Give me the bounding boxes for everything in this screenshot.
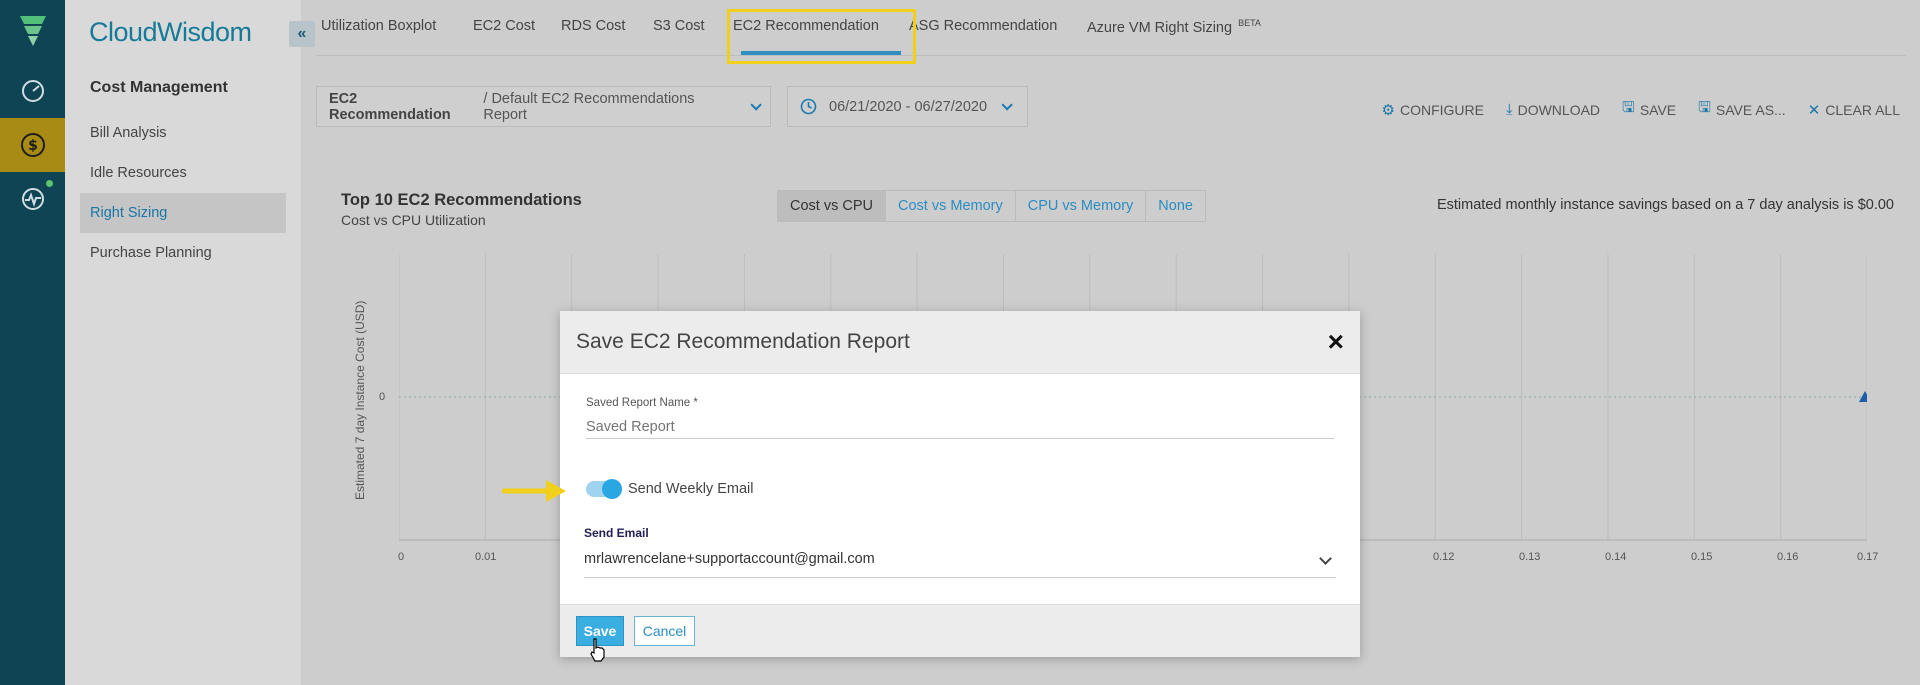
modal-cancel-button[interactable]: Cancel xyxy=(634,616,695,646)
report-name-input[interactable] xyxy=(586,415,1334,439)
sidebar-item-idle-resources[interactable]: Idle Resources xyxy=(80,153,286,193)
savings-summary: Estimated monthly instance savings based… xyxy=(1436,197,1894,213)
svg-text:$: $ xyxy=(28,138,38,154)
chart-title: Top 10 EC2 Recommendations xyxy=(341,191,582,209)
toggle-cost-vs-cpu[interactable]: Cost vs CPU xyxy=(778,191,886,221)
y-tick-0: 0 xyxy=(379,391,386,403)
modal-close-icon[interactable]: × xyxy=(1328,328,1344,356)
modal-footer: Save Cancel xyxy=(560,604,1360,657)
tab-highlight-annotation xyxy=(727,9,916,64)
tab-utilization-boxplot[interactable]: Utilization Boxplot xyxy=(321,18,436,34)
chevron-down-icon xyxy=(1319,552,1332,565)
sidebar-heading: Cost Management xyxy=(90,79,228,96)
email-value: mrlawrencelane+supportaccount@gmail.com xyxy=(584,551,875,567)
rail-cost[interactable]: $ xyxy=(0,118,65,172)
status-dot xyxy=(46,180,53,187)
save-label: SAVE xyxy=(1639,101,1677,118)
x-tick: 0.15 xyxy=(1691,551,1713,563)
configure-label: CONFIGURE xyxy=(1399,101,1484,118)
chart-mode-toggle: Cost vs CPU Cost vs Memory CPU vs Memory… xyxy=(777,190,1206,222)
tab-azure-vm-right-sizing[interactable]: Azure VM Right Sizing BETA xyxy=(1087,18,1261,36)
configure-button[interactable]: ⚙ CONFIGURE xyxy=(1382,97,1484,122)
download-label: DOWNLOAD xyxy=(1517,101,1601,118)
sidebar-item-bill-analysis[interactable]: Bill Analysis xyxy=(80,113,286,153)
x-tick: 0.01 xyxy=(475,551,497,563)
report-name-label: Saved Report Name * xyxy=(586,397,698,409)
dollar-icon: $ xyxy=(20,133,45,157)
report-actions: ⚙ CONFIGURE ⤓ DOWNLOAD 🖫 SAVE 🖫 SAVE AS... ✕… xyxy=(1382,97,1901,122)
rail-dashboard[interactable] xyxy=(0,64,65,118)
modal-header: Save EC2 Recommendation Report × xyxy=(560,311,1360,374)
sidebar: CloudWisdom « Cost Management Bill Analy… xyxy=(65,0,315,685)
rail-monitoring[interactable] xyxy=(0,172,65,226)
sidebar-item-purchase-planning[interactable]: Purchase Planning xyxy=(80,233,286,273)
save-report-modal: Save EC2 Recommendation Report × Saved R… xyxy=(560,311,1360,657)
toggle-cost-vs-memory[interactable]: Cost vs Memory xyxy=(886,191,1016,221)
active-tab-indicator xyxy=(741,51,901,55)
save-button[interactable]: 🖫 SAVE xyxy=(1622,97,1676,122)
download-button[interactable]: ⤓ DOWNLOAD xyxy=(1506,97,1600,122)
annotation-arrow-icon xyxy=(502,480,566,502)
send-email-label: Send Email xyxy=(584,526,649,540)
x-tick: 0.14 xyxy=(1605,551,1627,563)
modal-title: Save EC2 Recommendation Report xyxy=(576,330,910,353)
tab-bar: Utilization Boxplot EC2 Cost RDS Cost S3… xyxy=(316,0,1906,64)
dashboard-icon xyxy=(21,80,44,102)
clear-all-button[interactable]: ✕ CLEAR ALL xyxy=(1808,97,1900,122)
clear-all-label: CLEAR ALL xyxy=(1825,101,1900,118)
x-tick: 0.13 xyxy=(1519,551,1541,563)
toggle-cpu-vs-memory[interactable]: CPU vs Memory xyxy=(1016,191,1147,221)
chevron-down-icon xyxy=(1001,98,1013,111)
toggle-none[interactable]: None xyxy=(1146,191,1205,221)
chevron-down-icon xyxy=(750,98,762,110)
y-axis-label: Estimated 7 day Instance Cost (USD) xyxy=(353,300,367,500)
tab-asg-recommendation[interactable]: ASG Recommendation xyxy=(909,18,1057,34)
beta-badge: BETA xyxy=(1238,18,1261,28)
date-range-picker[interactable]: 06/21/2020 - 06/27/2020 xyxy=(787,86,1028,127)
x-tick: 0 xyxy=(398,551,405,563)
tab-ec2-cost[interactable]: EC2 Cost xyxy=(473,18,535,34)
weekly-email-toggle[interactable] xyxy=(586,479,622,499)
brand-name: CloudWisdom xyxy=(89,17,252,47)
save-as-button[interactable]: 🖫 SAVE AS... xyxy=(1698,97,1786,122)
cloudwisdom-logo-icon[interactable] xyxy=(18,14,48,48)
toggle-knob xyxy=(602,479,622,499)
date-range-value: 06/21/2020 - 06/27/2020 xyxy=(829,98,988,115)
report-prefix: EC2 Recommendation xyxy=(329,90,451,123)
gear-icon: ⚙ xyxy=(1381,101,1395,119)
close-icon: ✕ xyxy=(1807,101,1821,119)
clock-icon xyxy=(800,98,817,115)
tab-rds-cost[interactable]: RDS Cost xyxy=(561,18,625,34)
pulse-icon xyxy=(21,188,44,210)
app-rail: $ xyxy=(0,0,65,685)
tab-s3-cost[interactable]: S3 Cost xyxy=(653,18,705,34)
download-icon: ⤓ xyxy=(1505,101,1513,118)
x-tick: 0.16 xyxy=(1777,551,1799,563)
chart-subtitle: Cost vs CPU Utilization xyxy=(341,212,486,228)
save-icon: 🖫 xyxy=(1622,99,1635,116)
x-tick: 0.12 xyxy=(1433,551,1455,563)
report-selector[interactable]: EC2 Recommendation / Default EC2 Recomme… xyxy=(316,86,771,127)
hand-cursor-icon xyxy=(590,638,605,662)
tab-azure-label: Azure VM Right Sizing xyxy=(1087,20,1233,36)
weekly-email-label: Send Weekly Email xyxy=(628,481,754,497)
report-name: / Default EC2 Recommendations Report xyxy=(483,90,695,123)
save-as-icon: 🖫 xyxy=(1698,99,1711,116)
save-as-label: SAVE AS... xyxy=(1715,101,1786,118)
send-email-select[interactable]: mrlawrencelane+supportaccount@gmail.com xyxy=(584,551,1336,578)
sidebar-item-right-sizing[interactable]: Right Sizing xyxy=(80,193,286,233)
x-tick: 0.17 xyxy=(1857,551,1879,563)
